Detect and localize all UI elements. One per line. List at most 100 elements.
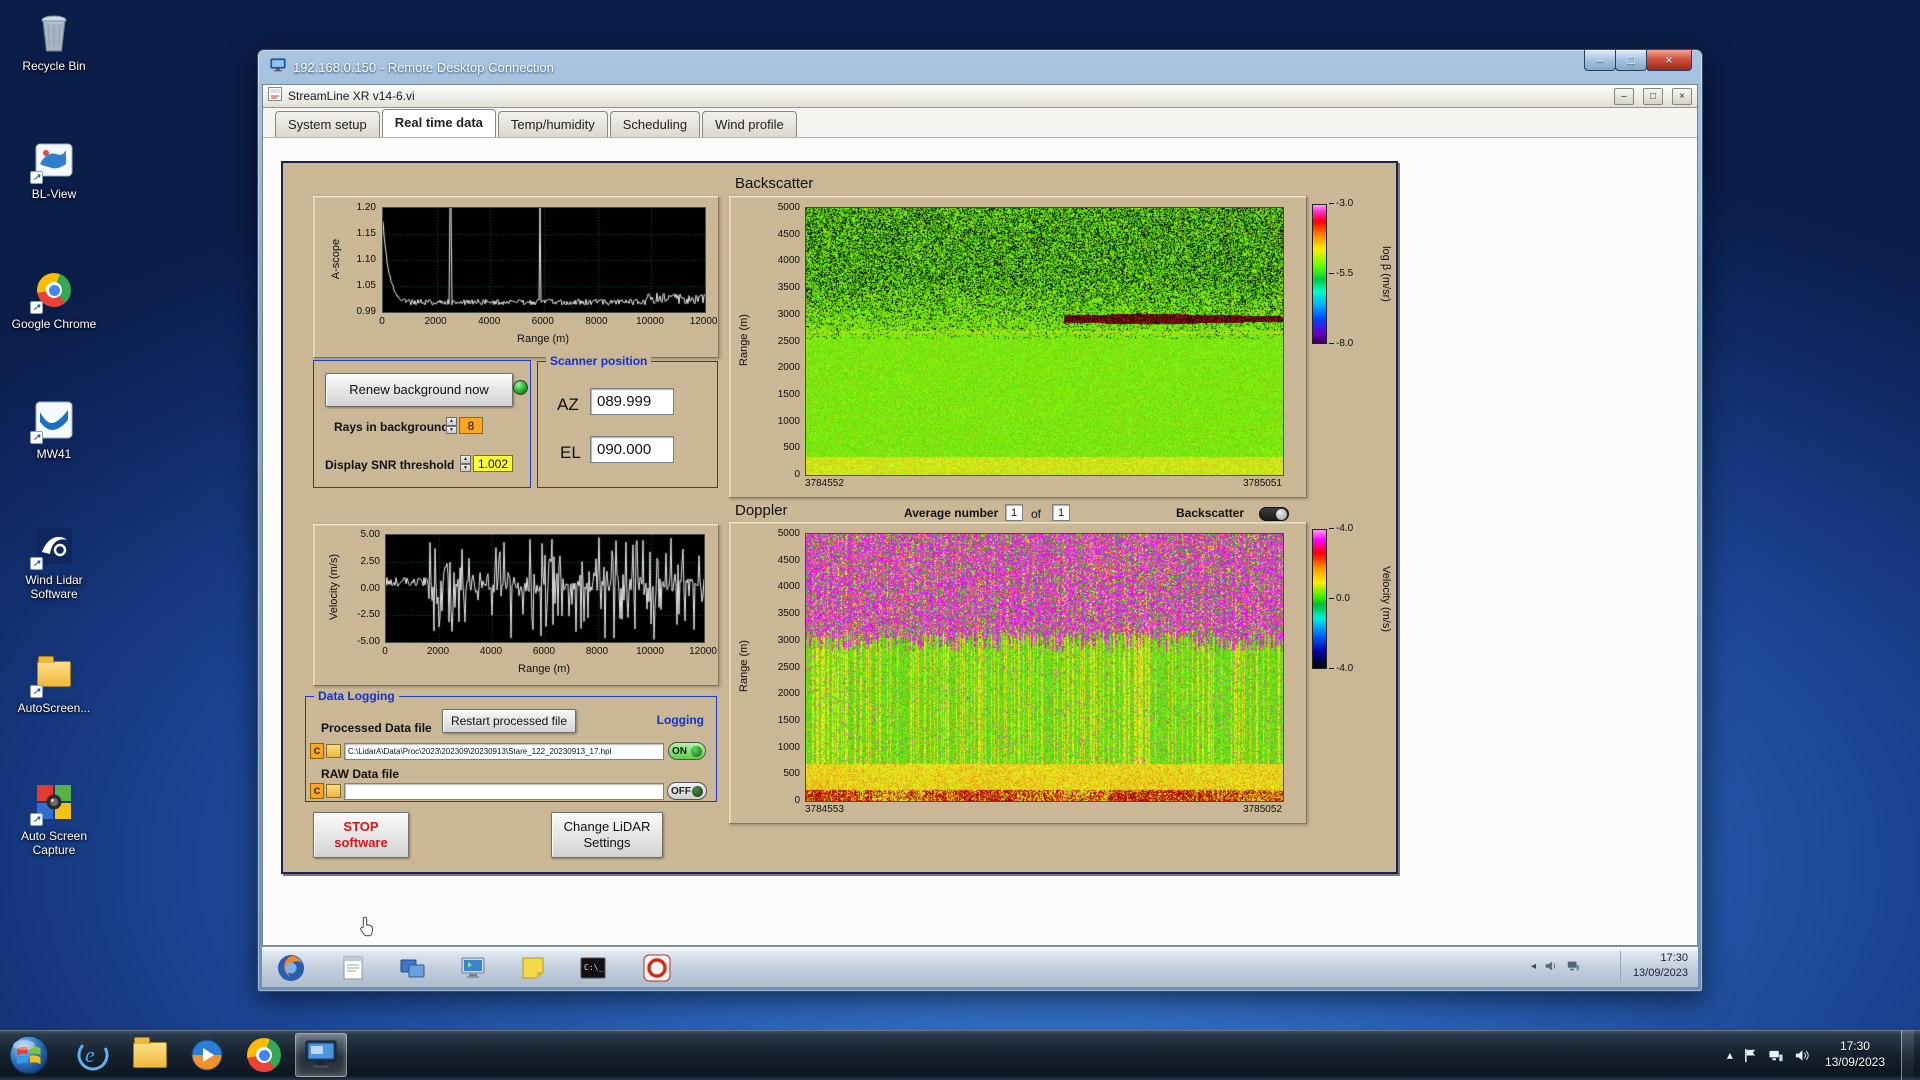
chrome-icon: ↗: [32, 268, 76, 312]
remote-notepad-icon[interactable]: [338, 953, 368, 983]
el-value-field[interactable]: 090.000: [590, 436, 674, 463]
backscatter-ytick: 4500: [756, 229, 800, 240]
of-label: of: [1031, 507, 1041, 521]
stop-software-button[interactable]: STOP software: [313, 812, 409, 858]
browse-folder-icon[interactable]: [326, 744, 341, 758]
rdp-maximize-button[interactable]: □: [1615, 50, 1647, 71]
desktop-icon-chrome[interactable]: ↗ Google Chrome: [4, 268, 104, 331]
processed-drive-badge: C: [310, 743, 324, 759]
velocity-xtick: 4000: [471, 646, 511, 657]
restart-processed-file-button[interactable]: Restart processed file: [442, 709, 576, 733]
raw-logging-off-toggle[interactable]: OFF: [667, 782, 707, 800]
app-window: StreamLine XR v14-6.vi – □ × System setu…: [262, 84, 1698, 946]
taskbar-ie-button[interactable]: e: [67, 1033, 119, 1077]
ascope-xtick: 10000: [630, 316, 670, 327]
volume-icon[interactable]: [1794, 1048, 1809, 1063]
desktop-icon-label: Google Chrome: [12, 317, 97, 331]
action-center-flag-icon[interactable]: [1743, 1048, 1758, 1063]
desktop-icon-auto-screen-capture[interactable]: ↗ Auto Screen Capture: [4, 780, 104, 858]
tab[interactable]: Real time data: [382, 109, 496, 137]
tab[interactable]: System setup: [275, 111, 380, 137]
backscatter-ytick: 3500: [756, 282, 800, 293]
ascope-plot: [382, 207, 706, 313]
doppler-ytick: 5000: [756, 528, 800, 539]
app-restore-button[interactable]: □: [1643, 88, 1663, 105]
host-clock[interactable]: 17:30 13/09/2023: [1825, 1039, 1885, 1070]
desktop-icon-label: Auto Screen Capture: [4, 829, 104, 858]
velocity-xtick: 8000: [577, 646, 617, 657]
shortcut-arrow-icon: ↗: [30, 431, 43, 444]
doppler-backscatter-toggle[interactable]: [1259, 507, 1289, 521]
change-lidar-settings-button[interactable]: Change LiDAR Settings: [551, 812, 663, 858]
show-desktop-button[interactable]: [1901, 1030, 1914, 1080]
desktop-icon-recycle-bin[interactable]: Recycle Bin: [4, 10, 104, 73]
shortcut-arrow-icon: ↗: [30, 557, 43, 570]
backscatter-ytick: 0: [756, 469, 800, 480]
remote-network-icon[interactable]: [1566, 959, 1580, 973]
taskbar-rdp-button-active[interactable]: [295, 1033, 347, 1077]
rdp-close-button[interactable]: ×: [1646, 50, 1692, 71]
remote-clock[interactable]: 17:30 13/09/2023: [1620, 951, 1688, 982]
processed-path-field[interactable]: C:\LidarA\Data\Proc\2023\202309\20230913…: [344, 743, 664, 760]
backscatter-title: Backscatter: [735, 175, 813, 192]
desktop-icon-autoscreen-folder[interactable]: ↗ AutoScreen...: [4, 652, 104, 715]
remote-stop-app-icon[interactable]: [642, 953, 672, 983]
taskbar-chrome-button[interactable]: [238, 1033, 290, 1077]
logging-label: Logging: [653, 713, 708, 727]
start-button[interactable]: [6, 1032, 52, 1078]
velocity-graph: 5.00 2.50 0.00 -2.50 -5.00 0 2000 4000 6000 8000…: [313, 524, 719, 686]
remote-desktop: StreamLine XR v14-6.vi – □ × System setu…: [262, 84, 1698, 987]
average-total-field[interactable]: 1: [1052, 504, 1070, 521]
processed-logging-on-toggle[interactable]: ON: [668, 742, 706, 760]
remote-windows-icon[interactable]: [398, 953, 428, 983]
az-value-field[interactable]: 089.999: [590, 388, 674, 415]
backscatter-ytick: 5000: [756, 202, 800, 213]
tab-label: Temp/humidity: [511, 117, 595, 132]
rays-spinner[interactable]: ▲ ▼: [446, 417, 457, 434]
snr-value-field[interactable]: 1.002: [473, 455, 513, 472]
doppler-colorbar: [1312, 529, 1327, 669]
remote-tray-arrow-icon[interactable]: ◂: [1531, 961, 1536, 972]
taskbar-media-player-button[interactable]: [181, 1033, 233, 1077]
desktop-icon-mw41[interactable]: ↗ MW41: [4, 398, 104, 461]
backscatter-ytick: 1500: [756, 389, 800, 400]
tab[interactable]: Wind profile: [702, 111, 797, 137]
average-number-field[interactable]: 1: [1005, 504, 1023, 521]
off-label: OFF: [671, 786, 691, 797]
rays-value-field[interactable]: 8: [459, 417, 483, 434]
app-close-button[interactable]: ×: [1672, 88, 1692, 105]
doppler-ytick: 2500: [756, 662, 800, 673]
tray-expand-arrow-icon[interactable]: ▴: [1727, 1048, 1733, 1062]
backscatter-graph: 5000 4500 4000 3500 3000 2500 2000 1500 1000 500 0…: [729, 196, 1307, 498]
renew-background-button[interactable]: Renew background now: [325, 373, 513, 407]
browse-folder-icon[interactable]: [326, 784, 341, 798]
desktop-icon-wind-lidar[interactable]: ↗ Wind Lidar Software: [4, 524, 104, 602]
velocity-xtick: 0: [365, 646, 405, 657]
renew-led-indicator: [513, 380, 528, 395]
remote-terminal-icon[interactable]: C:\_: [578, 953, 608, 983]
host-time: 17:30: [1840, 1039, 1870, 1053]
network-icon[interactable]: [1768, 1048, 1784, 1063]
doppler-ytick: 4500: [756, 555, 800, 566]
velocity-xtick: 10000: [630, 646, 670, 657]
desktop-icon-bl-view[interactable]: ↗ BL-View: [4, 138, 104, 201]
rdp-minimize-button[interactable]: –: [1584, 50, 1616, 71]
tab[interactable]: Scheduling: [610, 111, 700, 137]
remote-notes-icon[interactable]: [518, 953, 548, 983]
desktop: Recycle Bin ↗ BL-View ↗ Google Chrome ↗ …: [0, 0, 1920, 1080]
snr-spinner[interactable]: ▲ ▼: [460, 455, 471, 472]
shortcut-arrow-icon: ↗: [30, 685, 43, 698]
desktop-icon-label: MW41: [37, 447, 72, 461]
remote-volume-icon[interactable]: [1544, 959, 1558, 973]
app-titlebar[interactable]: StreamLine XR v14-6.vi – □ ×: [263, 85, 1697, 108]
rdp-titlebar[interactable]: 192.168.0.150 - Remote Desktop Connectio…: [258, 50, 1702, 84]
doppler-ylabel: Range (m): [737, 596, 751, 736]
tab[interactable]: Temp/humidity: [498, 111, 608, 137]
rdp-window: 192.168.0.150 - Remote Desktop Connectio…: [257, 49, 1703, 992]
remote-display-icon[interactable]: [458, 953, 488, 983]
app-minimize-button[interactable]: –: [1614, 88, 1634, 105]
raw-path-field[interactable]: [344, 783, 664, 800]
taskbar-explorer-button[interactable]: [124, 1033, 176, 1077]
remote-start-button[interactable]: [276, 953, 306, 983]
wind-lidar-icon: ↗: [32, 524, 76, 568]
